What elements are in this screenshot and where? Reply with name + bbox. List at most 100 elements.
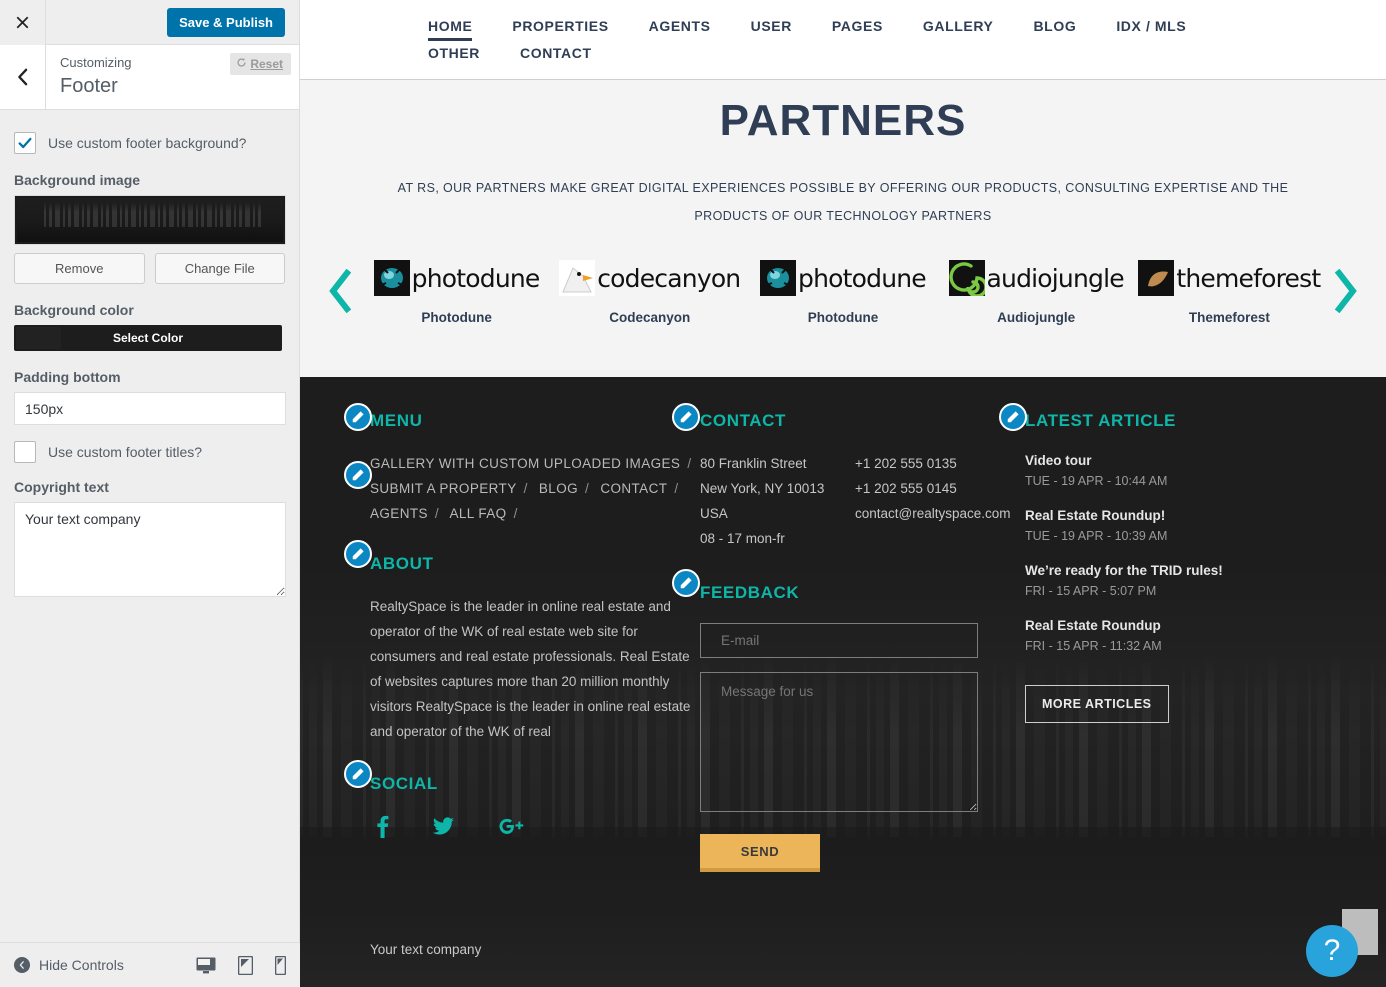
mobile-icon[interactable]: [275, 955, 286, 975]
footer-column-left: MENU GALLERY WITH CUSTOM UPLOADED IMAGES…: [344, 403, 700, 872]
photodune-logo-icon: [373, 260, 410, 296]
partner-caption: Photodune: [807, 310, 879, 325]
article-title: Real Estate Roundup!: [1025, 508, 1166, 523]
footer-column-right: LATEST ARTICLE Video tour TUE - 19 APR -…: [999, 403, 1325, 872]
edit-about-widget-icon[interactable]: [344, 540, 372, 568]
copyright-text-input[interactable]: [14, 502, 286, 597]
article-item[interactable]: Real Estate Roundup! TUE - 19 APR - 10:3…: [1025, 506, 1325, 546]
desktop-icon[interactable]: [196, 957, 216, 974]
site-footer: MENU GALLERY WITH CUSTOM UPLOADED IMAGES…: [300, 377, 1386, 987]
background-image-buttons: Remove Change File: [14, 253, 285, 284]
article-item[interactable]: Real Estate Roundup FRI - 15 APR - 11:32…: [1025, 616, 1325, 656]
nav-item-home[interactable]: HOME: [428, 14, 473, 41]
partners-title: PARTNERS: [719, 96, 967, 145]
nav-item-idx-mls[interactable]: IDX / MLS: [1116, 14, 1186, 41]
footer-menu-heading: MENU: [370, 411, 423, 430]
save-and-publish-button[interactable]: Save & Publish: [167, 7, 285, 37]
padding-bottom-input[interactable]: [14, 392, 286, 425]
custom-titles-checkbox[interactable]: [14, 441, 36, 463]
feedback-send-button[interactable]: SEND: [700, 834, 820, 872]
customizer-app: Save & Publish Customizing Footer Reset: [0, 0, 1386, 987]
partner-caption: Themeforest: [1188, 310, 1270, 325]
article-item[interactable]: We’re ready for the TRID rules! FRI - 15…: [1025, 561, 1325, 601]
reset-button[interactable]: Reset: [230, 53, 291, 75]
footer-feedback-heading: FEEDBACK: [700, 583, 800, 602]
menu-link[interactable]: ALL FAQ: [449, 506, 506, 521]
google-plus-icon[interactable]: [497, 814, 525, 838]
partners-section: PARTNERS AT RS, OUR PARTNERS MAKE GREAT …: [300, 80, 1386, 377]
reset-label: Reset: [250, 57, 283, 71]
select-color-button[interactable]: Select Color: [14, 325, 282, 351]
background-color-control: Background color Select Color: [14, 302, 285, 351]
remove-image-button[interactable]: Remove: [14, 253, 145, 284]
change-file-button[interactable]: Change File: [154, 253, 285, 284]
menu-link[interactable]: CONTACT: [600, 481, 667, 496]
edit-menu-widget-icon[interactable]: [344, 403, 372, 431]
footer-about-text: RealtySpace is the leader in online real…: [370, 599, 691, 739]
more-articles-button[interactable]: MORE ARTICLES: [1025, 685, 1169, 723]
partner-item[interactable]: audiojungle Audiojungle: [948, 256, 1125, 325]
partner-item[interactable]: photodune Photodune: [372, 256, 542, 325]
background-image-label: Background image: [14, 172, 141, 188]
edit-menu-links-icon[interactable]: [344, 461, 372, 489]
edit-contact-widget-icon[interactable]: [672, 403, 700, 431]
page-title: Footer: [60, 75, 118, 97]
menu-link[interactable]: GALLERY WITH CUSTOM UPLOADED IMAGES: [370, 456, 680, 471]
feedback-email-input[interactable]: [700, 623, 978, 658]
hide-controls-button[interactable]: Hide Controls: [14, 957, 124, 973]
close-icon[interactable]: [0, 0, 46, 45]
facebook-icon[interactable]: [376, 814, 389, 838]
codecanyon-logo-icon: [559, 260, 596, 296]
edit-social-widget-icon[interactable]: [344, 760, 372, 788]
partner-logo-word: photodune: [798, 263, 927, 293]
edit-feedback-widget-icon[interactable]: [672, 569, 700, 597]
menu-link[interactable]: BLOG: [539, 481, 578, 496]
nav-item-user[interactable]: USER: [751, 14, 792, 41]
nav-row-secondary: OTHER CONTACT: [428, 41, 1258, 65]
tablet-icon[interactable]: [238, 955, 253, 975]
site-navigation: HOME PROPERTIES AGENTS USER PAGES GALLER…: [300, 0, 1386, 80]
chevron-left-icon[interactable]: [0, 45, 46, 109]
custom-background-checkbox[interactable]: [14, 132, 36, 154]
partner-item[interactable]: photodune Photodune: [758, 256, 928, 325]
contact-phone: +1 202 555 0135: [855, 456, 957, 471]
contact-email[interactable]: contact@realtyspace.com: [855, 501, 1011, 526]
help-button[interactable]: ?: [1306, 925, 1358, 977]
nav-item-gallery[interactable]: GALLERY: [923, 14, 994, 41]
partner-item[interactable]: codecanyon Codecanyon: [559, 256, 741, 325]
audiojungle-logo-icon: [948, 260, 985, 296]
reset-icon: [236, 57, 247, 71]
nav-item-other[interactable]: OTHER: [428, 41, 480, 65]
contact-address-block: 80 Franklin Street New York, NY 10013 US…: [700, 451, 833, 551]
hide-controls-label: Hide Controls: [39, 957, 124, 973]
custom-titles-checkbox-row[interactable]: Use custom footer titles?: [14, 441, 285, 463]
article-date: FRI - 15 APR - 11:32 AM: [1025, 639, 1162, 653]
twitter-icon[interactable]: [431, 814, 455, 838]
sidebar-panel-header: Customizing Footer Reset: [0, 45, 299, 110]
partner-caption: Codecanyon: [609, 310, 691, 325]
partner-item[interactable]: themeforest Themeforest: [1138, 256, 1321, 325]
nav-item-agents[interactable]: AGENTS: [649, 14, 711, 41]
custom-background-checkbox-row[interactable]: Use custom footer background?: [14, 132, 285, 154]
footer-about-heading: ABOUT: [370, 554, 434, 573]
article-item[interactable]: Video tour TUE - 19 APR - 10:44 AM: [1025, 451, 1325, 491]
sidebar-controls: Use custom footer background? Background…: [0, 110, 299, 987]
copyright-text-control: Copyright text: [14, 479, 286, 602]
article-title: Video tour: [1025, 453, 1092, 468]
check-icon: [18, 137, 32, 149]
article-date: TUE - 19 APR - 10:39 AM: [1025, 529, 1168, 543]
nav-item-pages[interactable]: PAGES: [832, 14, 883, 41]
feedback-message-input[interactable]: [700, 672, 978, 812]
nav-item-properties[interactable]: PROPERTIES: [512, 14, 608, 41]
chevron-right-icon[interactable]: [1326, 268, 1366, 313]
edit-latest-article-widget-icon[interactable]: [999, 403, 1027, 431]
menu-link[interactable]: AGENTS: [370, 506, 428, 521]
background-color-label: Background color: [14, 302, 134, 318]
contact-address-line: 80 Franklin Street: [700, 456, 807, 471]
contact-phone: +1 202 555 0145: [855, 481, 957, 496]
background-image-thumbnail: [14, 195, 286, 245]
nav-item-contact[interactable]: CONTACT: [520, 41, 592, 65]
chevron-left-icon[interactable]: [320, 268, 360, 313]
nav-item-blog[interactable]: BLOG: [1033, 14, 1076, 41]
menu-link[interactable]: SUBMIT A PROPERTY: [370, 481, 517, 496]
